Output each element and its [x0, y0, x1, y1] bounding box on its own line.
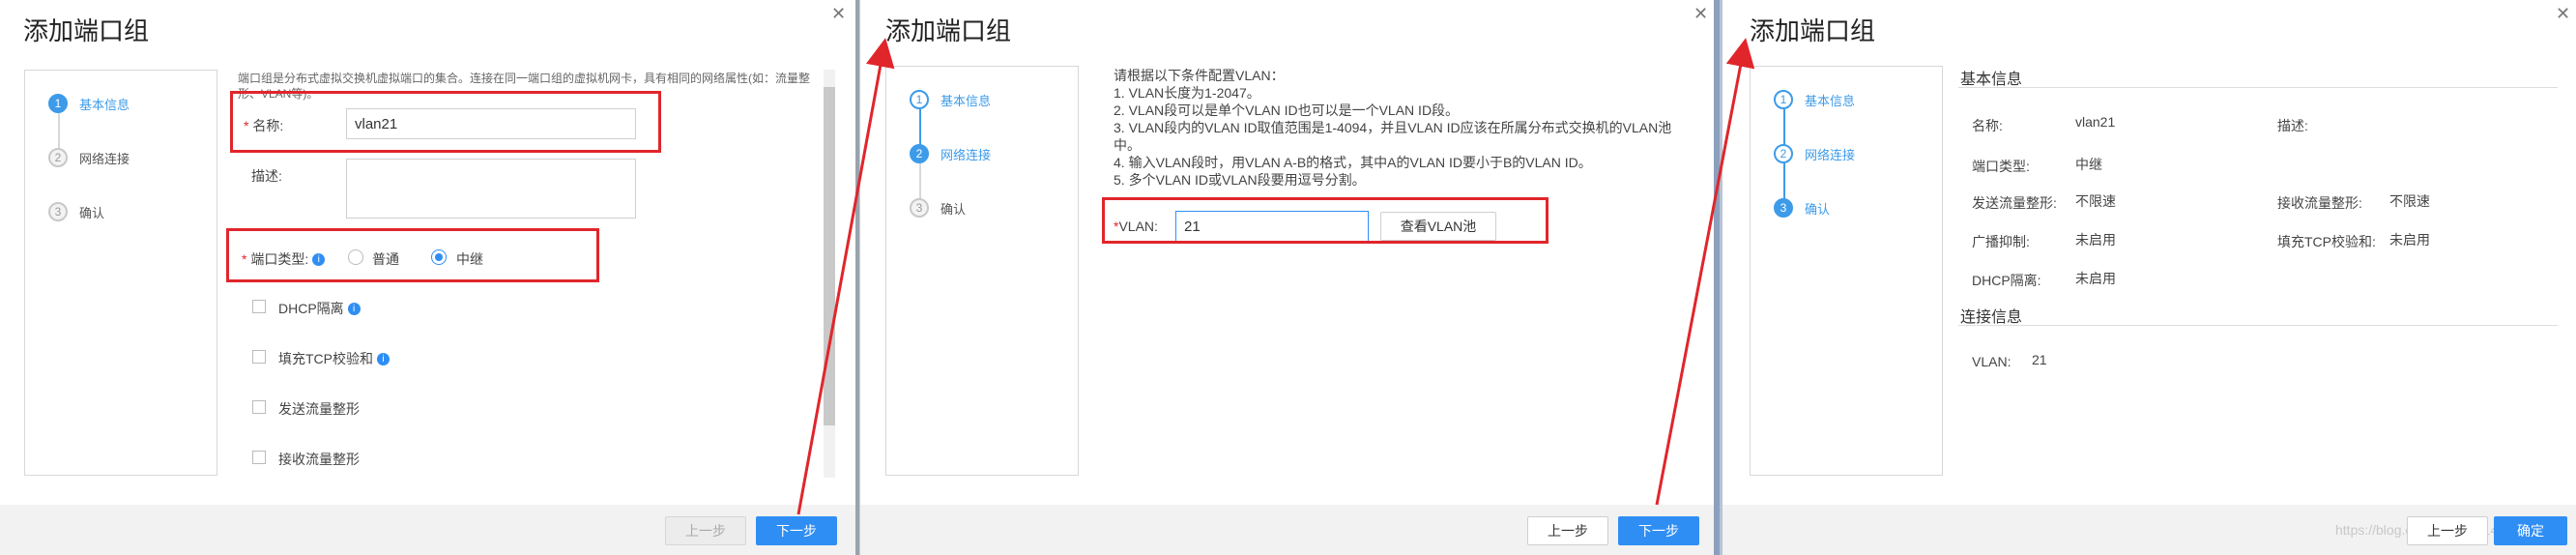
step-number: 2 — [1774, 144, 1793, 163]
step-label: 网络连接 — [941, 147, 992, 162]
step-nav: 1 基本信息 2 网络连接 3 确认 — [24, 70, 217, 476]
next-button[interactable]: 下一步 — [1618, 516, 1699, 545]
desc-textarea[interactable] — [346, 159, 636, 219]
step-network[interactable]: 2 网络连接 — [48, 148, 130, 167]
prev-button[interactable]: 上一步 — [665, 516, 746, 545]
highlight-box — [226, 228, 599, 282]
step-label: 确认 — [79, 205, 105, 220]
step-basic-info[interactable]: 1 基本信息 — [910, 90, 991, 109]
checkbox-receive-shaping[interactable] — [252, 451, 266, 464]
step-number: 1 — [910, 90, 929, 109]
field-value: 不限速 — [2389, 193, 2430, 209]
step-number: 3 — [910, 198, 929, 218]
step-confirm[interactable]: 3 确认 — [48, 202, 104, 221]
checkbox-label: 接收流量整形 — [278, 452, 360, 467]
highlight-box — [230, 91, 661, 153]
field-label: 广播抑制: — [1972, 234, 2030, 249]
next-button[interactable]: 下一步 — [756, 516, 837, 545]
step-number: 3 — [1774, 198, 1793, 218]
field-value: 不限速 — [2075, 193, 2116, 209]
step-connector — [1783, 109, 1785, 148]
divider — [1958, 325, 2558, 326]
step-number: 2 — [910, 144, 929, 163]
step-basic-info[interactable]: 1 基本信息 — [1774, 90, 1855, 109]
close-icon[interactable]: ✕ — [1693, 4, 1708, 24]
field-label: 发送流量整形: — [1972, 195, 2057, 211]
step-nav: 1 基本信息 2 网络连接 3 确认 — [885, 66, 1079, 476]
close-icon[interactable]: ✕ — [2556, 4, 2570, 24]
step-label: 基本信息 — [941, 93, 992, 108]
field-value: 中继 — [2075, 157, 2102, 172]
step-label: 基本信息 — [79, 97, 130, 112]
field-value: vlan21 — [2075, 114, 2116, 130]
prev-button[interactable]: 上一步 — [1527, 516, 1608, 545]
description-text: 端口组是分布式虚拟交换机虚拟端口的集合。连接在同一端口组的虚拟机网卡，具有相同的… — [238, 72, 811, 85]
dialog-title: 添加端口组 — [885, 16, 1012, 45]
step-label: 网络连接 — [79, 151, 130, 166]
dialog-title: 添加端口组 — [23, 16, 150, 45]
step-connector — [919, 109, 921, 148]
instruction-line: 1. VLAN长度为1-2047。 — [1114, 85, 1260, 101]
scrollbar-thumb[interactable] — [824, 87, 835, 425]
field-label: 描述: — [2277, 118, 2308, 133]
field-label: 端口类型: — [1972, 159, 2030, 174]
step-number: 3 — [48, 202, 68, 221]
step-connector — [58, 113, 60, 152]
dialog-step3: 添加端口组 ✕ 1 基本信息 2 网络连接 3 确认 基本信息 名称: vlan… — [1720, 0, 2576, 555]
dialog-footer: 上一步 下一步 — [0, 505, 855, 555]
desc-label: 描述: — [251, 168, 282, 184]
checkbox-tcp-checksum[interactable] — [252, 350, 266, 364]
instruction-line: 中。 — [1114, 137, 1141, 153]
checkbox-label: DHCP隔离 i — [278, 299, 361, 318]
instruction-line: 4. 输入VLAN段时，用VLAN A-B的格式，其中A的VLAN ID要小于B… — [1114, 155, 1592, 170]
dialog-footer: 上一步 下一步 — [860, 505, 1714, 555]
step-label: 基本信息 — [1805, 93, 1856, 108]
step-connector — [1783, 163, 1785, 202]
step-basic-info[interactable]: 1 基本信息 — [48, 94, 130, 113]
connection-section-title: 连接信息 — [1960, 309, 2023, 326]
close-icon[interactable]: ✕ — [831, 4, 846, 24]
dialog-footer: https://blog.csdn.net/qq_14043 上一步 确定 — [1722, 505, 2576, 555]
divider — [1958, 87, 2558, 88]
prev-button[interactable]: 上一步 — [2407, 516, 2488, 545]
highlight-box — [1102, 197, 1548, 244]
instruction-line: 5. 多个VLAN ID或VLAN段要用逗号分割。 — [1114, 172, 1366, 188]
step-network[interactable]: 2 网络连接 — [910, 144, 991, 163]
info-icon: i — [377, 353, 390, 365]
checkbox-dhcp-isolation[interactable] — [252, 300, 266, 313]
field-label: VLAN: — [1972, 354, 2012, 369]
field-label: DHCP隔离: — [1972, 273, 2041, 288]
basic-info-section-title: 基本信息 — [1960, 72, 2023, 88]
checkbox-send-shaping[interactable] — [252, 400, 266, 414]
step-network[interactable]: 2 网络连接 — [1774, 144, 1855, 163]
step-label: 网络连接 — [1805, 147, 1856, 162]
field-value: 未启用 — [2075, 232, 2116, 248]
instruction-line: 2. VLAN段可以是单个VLAN ID也可以是一个VLAN ID段。 — [1114, 102, 1460, 118]
info-icon: i — [347, 303, 361, 315]
dialog-step2: 添加端口组 ✕ 1 基本信息 2 网络连接 3 确认 请根据以下条件配置VLAN… — [859, 0, 1714, 555]
field-value: 未启用 — [2389, 232, 2430, 248]
step-connector — [919, 163, 921, 202]
checkbox-label: 填充TCP校验和 i — [278, 349, 390, 368]
step-number: 1 — [48, 94, 68, 113]
checkbox-label: 发送流量整形 — [278, 401, 360, 417]
field-value: 未启用 — [2075, 271, 2116, 286]
dialog-step1: 添加端口组 ✕ 1 基本信息 2 网络连接 3 确认 端口组是分布式虚拟交换机虚… — [0, 0, 855, 555]
field-label: 接收流量整形: — [2277, 195, 2362, 211]
step-label: 确认 — [941, 201, 967, 217]
step-confirm[interactable]: 3 确认 — [910, 198, 966, 218]
step-nav: 1 基本信息 2 网络连接 3 确认 — [1750, 66, 1943, 476]
field-label: 名称: — [1972, 118, 2003, 133]
instruction-line: 请根据以下条件配置VLAN： — [1114, 68, 1285, 83]
step-number: 1 — [1774, 90, 1793, 109]
dialog-title: 添加端口组 — [1750, 16, 1876, 45]
step-number: 2 — [48, 148, 68, 167]
instruction-line: 3. VLAN段内的VLAN ID取值范围是1-4094，并且VLAN ID应该… — [1114, 120, 1672, 135]
step-label: 确认 — [1805, 201, 1831, 217]
finish-button[interactable]: 确定 — [2494, 516, 2567, 545]
field-label: 填充TCP校验和: — [2277, 234, 2376, 249]
field-value: 21 — [2032, 352, 2047, 367]
step-confirm[interactable]: 3 确认 — [1774, 198, 1830, 218]
